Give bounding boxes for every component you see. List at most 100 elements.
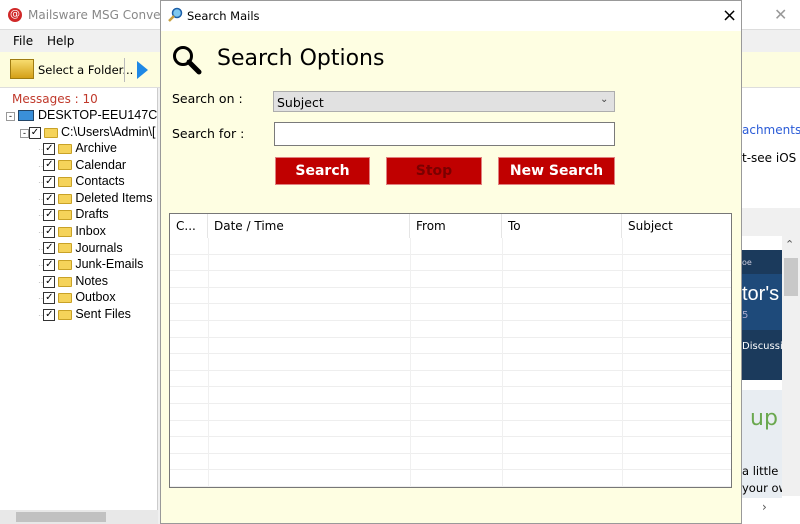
folder-icon [58,143,73,154]
vertical-scrollbar[interactable]: ⌃ [782,236,800,496]
column-divider [502,238,503,487]
new-search-button[interactable]: New Search [498,157,615,185]
table-row [170,321,731,338]
checkbox[interactable]: ✓ [43,159,56,172]
column-header[interactable]: Subject [622,214,731,238]
results-table: C... Date / Time From To Subject [169,213,732,488]
folder-label: Drafts [75,207,109,222]
messages-count: Messages : 10 [12,92,98,106]
folder-label: Junk-Emails [75,257,144,272]
tree-folder[interactable]: ·· ✓ Contacts [38,174,125,188]
checkbox[interactable]: ✓ [43,225,56,238]
menu-file[interactable]: File [13,34,33,48]
ad-card-top: oe [742,258,752,267]
folder-label: Archive [75,141,118,155]
folder-icon [58,309,73,320]
column-divider [622,238,623,487]
menu-help[interactable]: Help [47,34,74,48]
folder-icon [58,160,73,171]
tree-root[interactable]: - DESKTOP-EEU147C [6,108,157,122]
column-header[interactable]: To [502,214,622,238]
checkbox[interactable]: ✓ [43,175,56,188]
checkbox[interactable]: ✓ [43,308,56,321]
signup-text[interactable]: up [750,406,778,431]
tree-folder[interactable]: ·· ✓ Drafts [38,207,109,221]
checkbox[interactable]: ✓ [43,192,56,205]
table-row [170,437,731,454]
folder-label: Deleted Items [75,190,153,205]
checkbox[interactable]: ✓ [29,126,41,139]
tree-folder[interactable]: ·· ✓ Notes [38,274,108,288]
table-row [170,304,731,321]
attachments-link[interactable]: achments [742,123,800,137]
scroll-right-icon[interactable]: › [762,500,767,514]
search-mails-icon [168,7,183,22]
checkbox[interactable]: ✓ [43,242,56,255]
close-app-icon[interactable]: ✕ [774,5,787,24]
horizontal-scrollbar[interactable] [0,510,158,524]
tree-root-label: DESKTOP-EEU147C [37,108,158,122]
ad-card-title: tor's [742,283,780,305]
folder-icon [44,127,58,138]
collapse-icon[interactable]: - [6,112,15,121]
dialog-titlebar: Search Mails × [161,1,741,31]
play-icon[interactable] [137,61,148,79]
folder-label: Journals [75,240,123,255]
computer-icon [18,110,35,122]
table-row [170,288,731,305]
checkbox[interactable]: ✓ [43,258,56,271]
search-mails-dialog: Search Mails × Search Options Search on … [160,0,742,524]
folder-icon [58,193,73,204]
tree-folder[interactable]: ·· ✓ Inbox [38,224,106,238]
folder-icon [58,276,73,287]
column-header[interactable]: Date / Time [208,214,410,238]
tree-folder[interactable]: ·· ✓ Calendar [38,158,126,172]
dialog-heading: Search Options [217,46,385,71]
folder-label: Inbox [75,224,106,238]
checkbox[interactable]: ✓ [43,209,56,222]
ad-card-num: 5 [742,310,749,321]
checkbox[interactable]: ✓ [43,292,56,305]
column-divider [410,238,411,487]
table-row [170,387,731,404]
app-logo-icon: @ [8,8,22,22]
ad-card[interactable]: oe tor's 5 Discussi [742,250,783,380]
scrollbar-thumb[interactable] [784,258,798,296]
dialog-title: Search Mails [187,9,260,23]
table-row [170,238,731,255]
tree-folder[interactable]: ·· ✓ Deleted Items [38,191,152,205]
tree-folder[interactable]: ·· ✓ Junk-Emails [38,257,143,271]
search-on-label: Search on : [172,91,243,106]
tree-folder[interactable]: ·· ✓ Outbox [38,290,116,304]
search-on-select[interactable]: Subject ⌄ [273,91,615,112]
collapse-icon[interactable]: - [20,129,29,138]
folder-icon [58,176,73,187]
toolbar-divider [124,58,125,82]
scroll-up-icon[interactable]: ⌃ [785,238,794,251]
search-for-input[interactable] [274,122,615,146]
column-header[interactable]: From [410,214,502,238]
folder-icon [58,243,73,254]
table-row [170,470,731,487]
preview-divider [742,208,800,236]
table-row [170,421,731,438]
search-button[interactable]: Search [275,157,370,185]
table-row [170,255,731,272]
checkbox[interactable]: ✓ [43,275,56,288]
scrollbar-thumb[interactable] [16,512,106,522]
tree-folder[interactable]: ·· ✓ Archive [38,141,117,155]
folder-label: Notes [75,273,108,288]
folder-icon [58,259,73,270]
checkbox[interactable]: ✓ [43,142,56,155]
column-header[interactable]: C... [170,214,208,238]
folder-label: Outbox [75,290,116,305]
select-folder-button[interactable]: Select a Folder... [38,63,133,77]
tree-folder[interactable]: ·· ✓ Journals [38,241,123,255]
folder-icon [58,226,73,237]
dialog-close-button[interactable]: × [722,5,737,26]
tree-folder[interactable]: ·· ✓ Sent Files [38,307,131,321]
tree-path[interactable]: - ✓ C:\Users\Admin\[ [20,125,155,139]
table-row [170,271,731,288]
preview-text: t-see iOS [742,151,797,165]
table-row [170,338,731,355]
